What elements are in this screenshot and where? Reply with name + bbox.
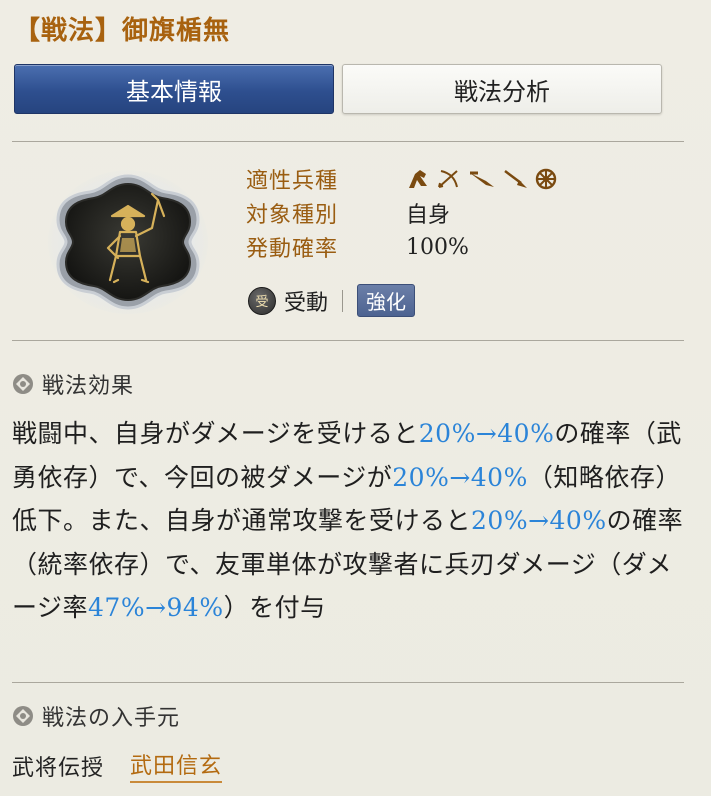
effect-value-highlight: 20%→40% bbox=[392, 462, 528, 492]
target-value: 自身 bbox=[406, 203, 451, 228]
skill-emblem-icon bbox=[48, 170, 208, 315]
source-section-header: 戦法の入手元 bbox=[12, 700, 180, 732]
enhanced-badge: 強化 bbox=[357, 284, 416, 317]
target-label: 対象種別 bbox=[246, 203, 339, 228]
tab-bar: 基本情報 戦法分析 bbox=[14, 64, 662, 116]
passive-label: 受動 bbox=[284, 290, 329, 316]
passive-icon: 受 bbox=[248, 286, 276, 315]
effect-value-highlight: 20%→40% bbox=[418, 419, 555, 448]
siege-icon bbox=[534, 168, 558, 190]
effect-text-segment: ）を付与 bbox=[223, 593, 326, 622]
section-diamond-icon bbox=[13, 706, 33, 726]
divider bbox=[12, 682, 684, 683]
spear-icon bbox=[502, 168, 528, 190]
source-row: 武将伝授 武田信玄 bbox=[12, 748, 223, 783]
target-row: 対象種別 自身 bbox=[246, 196, 450, 230]
rate-label: 発動確率 bbox=[246, 237, 339, 262]
effect-section-header: 戦法効果 bbox=[12, 368, 134, 400]
cavalry-icon bbox=[406, 168, 430, 190]
unit-type-label: 適性兵種 bbox=[246, 169, 339, 194]
tab-skill-analysis[interactable]: 戦法分析 bbox=[342, 64, 662, 114]
rate-row: 発動確率 100% bbox=[246, 230, 469, 264]
divider bbox=[12, 141, 684, 142]
rate-value: 100% bbox=[406, 234, 469, 260]
pike-icon bbox=[468, 168, 496, 190]
unit-type-icons bbox=[406, 168, 558, 190]
skill-title: 【戦法】御旗楯無 bbox=[14, 16, 231, 46]
effect-value-highlight: 20%→40% bbox=[471, 506, 607, 535]
effect-value-highlight: 47%→94% bbox=[88, 593, 224, 622]
source-general-link[interactable]: 武田信玄 bbox=[130, 748, 223, 783]
skill-tags: 受 受動 強化 bbox=[248, 284, 416, 317]
source-label: 武将伝授 bbox=[12, 755, 105, 781]
effect-section-title: 戦法効果 bbox=[42, 374, 135, 399]
tab-basic-info[interactable]: 基本情報 bbox=[14, 64, 334, 114]
archer-icon bbox=[436, 168, 462, 190]
source-section-title: 戦法の入手元 bbox=[42, 706, 181, 731]
effect-text-segment: 戦闘中、自身がダメージを受けると bbox=[12, 419, 419, 448]
divider bbox=[12, 340, 684, 341]
unit-type-row: 適性兵種 bbox=[246, 162, 558, 196]
effect-description: 戦闘中、自身がダメージを受けると20%→40%の確率（武勇依存）で、今回の被ダメ… bbox=[12, 412, 692, 630]
tag-separator bbox=[342, 289, 344, 312]
section-diamond-icon bbox=[13, 374, 33, 394]
